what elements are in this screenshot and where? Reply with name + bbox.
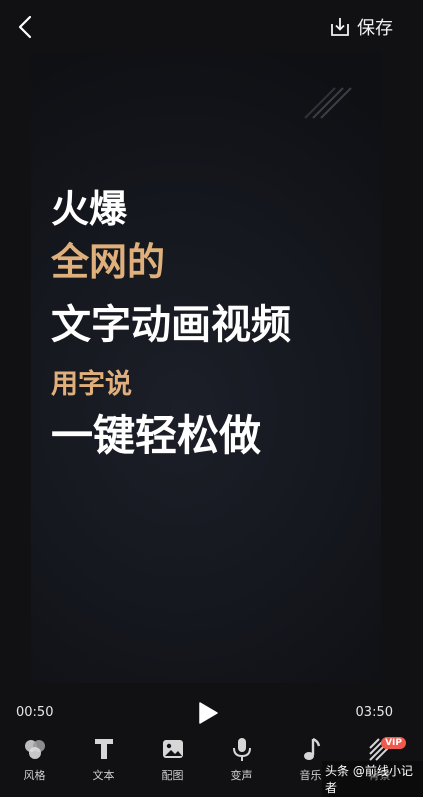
tool-label: 音乐 [299, 769, 322, 782]
microphone-icon [232, 738, 251, 761]
total-time: 03:50 [355, 705, 393, 720]
playback-bar: 00:50 03:50 [0, 695, 423, 731]
back-button[interactable] [10, 10, 44, 44]
tool-voice[interactable]: 变声 [207, 735, 276, 789]
image-icon [162, 740, 183, 758]
vip-badge: VIP [381, 737, 406, 749]
play-button[interactable] [197, 701, 219, 729]
top-bar: 保存 [0, 0, 423, 52]
play-icon [199, 702, 218, 724]
preview-line-4: 用字说 [51, 369, 132, 400]
chevron-left-icon [18, 15, 32, 39]
tool-label: 风格 [23, 769, 46, 782]
preview-line-3: 文字动画视频 [51, 302, 291, 348]
preview-line-2: 全网的 [51, 240, 166, 284]
tool-label: 文本 [92, 769, 115, 782]
preview-line-1: 火爆 [51, 187, 128, 231]
download-icon [331, 18, 349, 36]
tool-image[interactable]: 配图 [138, 735, 207, 789]
style-circles-icon [24, 740, 45, 759]
save-label: 保存 [357, 18, 393, 39]
tool-style[interactable]: 风格 [0, 735, 69, 789]
tool-text[interactable]: 文本 [69, 735, 138, 789]
tool-label: 变声 [230, 769, 253, 782]
tool-label: 配图 [161, 769, 184, 782]
preview-line-5: 一键轻松做 [51, 411, 262, 460]
music-note-icon [303, 737, 320, 760]
current-time: 00:50 [16, 705, 54, 720]
text-t-icon [94, 739, 113, 759]
decorative-stripes [304, 87, 352, 119]
save-button[interactable]: 保存 [329, 12, 393, 42]
video-preview[interactable]: 火爆 全网的 文字动画视频 用字说 一键轻松做 [31, 52, 381, 683]
watermark: 头条 @前线小记者 [322, 761, 423, 797]
